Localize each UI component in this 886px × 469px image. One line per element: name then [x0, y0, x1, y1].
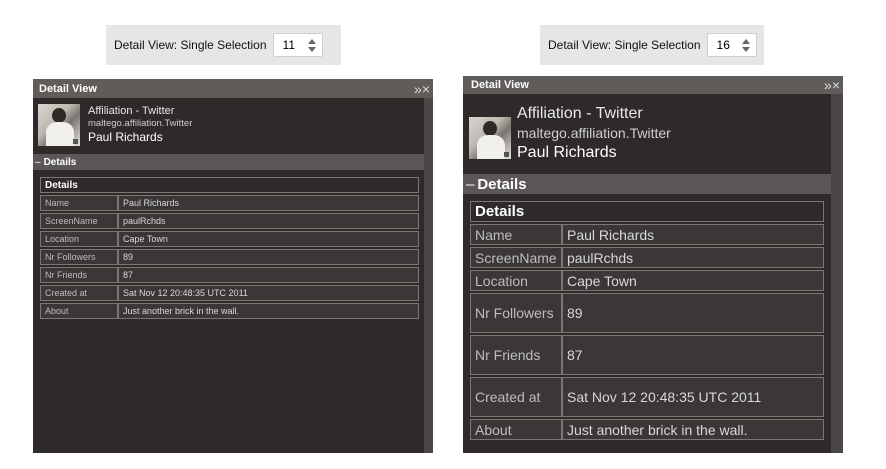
increment-arrow-icon[interactable] — [741, 38, 750, 44]
table-row: Nr Followers 89 — [40, 249, 419, 265]
property-value: 89 — [562, 293, 824, 333]
property-value: Paul Richards — [118, 195, 419, 211]
table-row: Name Paul Richards — [470, 224, 824, 245]
detail-view-panel-small: Detail View »× Affiliation - Twitter mal… — [33, 79, 433, 453]
table-row: Nr Friends 87 — [470, 335, 824, 375]
vertical-scrollbar[interactable] — [831, 94, 843, 453]
font-size-spinner[interactable]: 11 — [272, 33, 323, 57]
property-key: Location — [40, 231, 118, 247]
font-size-control-large: Detail View: Single Selection 16 — [540, 25, 764, 65]
property-key: Nr Friends — [40, 267, 118, 283]
property-value: Paul Richards — [562, 224, 824, 245]
property-key: ScreenName — [470, 247, 562, 268]
table-row: Nr Followers 89 — [470, 293, 824, 333]
details-section-header[interactable]: – Details — [463, 174, 843, 194]
table-row: Name Paul Richards — [40, 195, 419, 211]
details-table: Details Name Paul Richards ScreenName paul… — [40, 175, 419, 321]
property-key: Nr Friends — [470, 335, 562, 375]
details-table: Details Name Paul Richards ScreenName paul… — [470, 199, 824, 442]
spinner-arrows[interactable] — [305, 38, 319, 52]
table-row: Created at Sat Nov 12 20:48:35 UTC 2011 — [40, 285, 419, 301]
table-row: ScreenName paulRchds — [470, 247, 824, 268]
property-value: paulRchds — [118, 213, 419, 229]
vertical-scrollbar[interactable] — [424, 98, 433, 453]
table-header: Details — [40, 177, 419, 193]
property-value: 87 — [562, 335, 824, 375]
property-value: Cape Town — [118, 231, 419, 247]
property-key: Created at — [40, 285, 118, 301]
property-key: Created at — [470, 377, 562, 417]
panel-window-buttons[interactable]: »× — [824, 77, 843, 93]
table-row: ScreenName paulRchds — [40, 213, 419, 229]
decrement-arrow-icon[interactable] — [307, 46, 316, 52]
details-section-header[interactable]: – Details — [33, 154, 433, 170]
entity-name: Paul Richards — [517, 144, 617, 161]
property-key: Nr Followers — [470, 293, 562, 333]
font-size-spinner[interactable]: 16 — [706, 33, 757, 57]
table-header-row: Details — [40, 177, 419, 193]
entity-header: Affiliation - Twitter maltego.affiliatio… — [463, 94, 843, 174]
table-row: Location Cape Town — [40, 231, 419, 247]
property-key: Location — [470, 270, 562, 291]
panel-window-buttons[interactable]: »× — [414, 81, 433, 97]
entity-id: maltego.affiliation.Twitter — [88, 118, 193, 129]
entity-header: Affiliation - Twitter maltego.affiliatio… — [33, 98, 433, 154]
property-key: ScreenName — [40, 213, 118, 229]
property-value: 87 — [118, 267, 419, 283]
table-header-row: Details — [470, 201, 824, 222]
property-key: Nr Followers — [40, 249, 118, 265]
section-label: Details — [43, 156, 77, 168]
section-label: Details — [477, 175, 527, 193]
property-key: Name — [40, 195, 118, 211]
property-value: Just another brick in the wall. — [562, 419, 824, 440]
property-value: 89 — [118, 249, 419, 265]
property-value: Just another brick in the wall. — [118, 303, 419, 319]
panel-titlebar: Detail View »× — [33, 79, 433, 98]
entity-id: maltego.affiliation.Twitter — [517, 125, 671, 141]
panel-title: Detail View — [471, 79, 529, 91]
increment-arrow-icon[interactable] — [307, 38, 316, 44]
decrement-arrow-icon[interactable] — [741, 46, 750, 52]
collapse-icon[interactable]: – — [466, 176, 474, 193]
property-key: About — [40, 303, 118, 319]
detail-view-panel-large: Detail View »× Affiliation - Twitter mal… — [463, 76, 843, 453]
property-value: paulRchds — [562, 247, 824, 268]
spinner-arrows[interactable] — [739, 38, 753, 52]
table-row: Location Cape Town — [470, 270, 824, 291]
table-row: About Just another brick in the wall. — [470, 419, 824, 440]
entity-type: Affiliation - Twitter — [88, 105, 175, 117]
table-row: Nr Friends 87 — [40, 267, 419, 283]
font-size-control-small: Detail View: Single Selection 11 — [106, 25, 341, 65]
entity-type: Affiliation - Twitter — [517, 105, 643, 122]
collapse-icon[interactable]: – — [35, 157, 41, 168]
entity-avatar — [38, 104, 80, 146]
property-value: Sat Nov 12 20:48:35 UTC 2011 — [562, 377, 824, 417]
control-label: Detail View: Single Selection — [114, 38, 267, 52]
property-key: Name — [470, 224, 562, 245]
panel-title: Detail View — [39, 82, 97, 95]
table-row: About Just another brick in the wall. — [40, 303, 419, 319]
table-row: Created at Sat Nov 12 20:48:35 UTC 2011 — [470, 377, 824, 417]
panel-titlebar: Detail View »× — [463, 76, 843, 94]
control-label: Detail View: Single Selection — [548, 38, 701, 52]
font-size-value[interactable]: 16 — [708, 38, 739, 52]
font-size-value[interactable]: 11 — [274, 38, 305, 52]
entity-avatar — [469, 117, 511, 159]
property-value: Sat Nov 12 20:48:35 UTC 2011 — [118, 285, 419, 301]
entity-name: Paul Richards — [88, 130, 163, 144]
property-key: About — [470, 419, 562, 440]
table-header: Details — [470, 201, 824, 222]
property-value: Cape Town — [562, 270, 824, 291]
